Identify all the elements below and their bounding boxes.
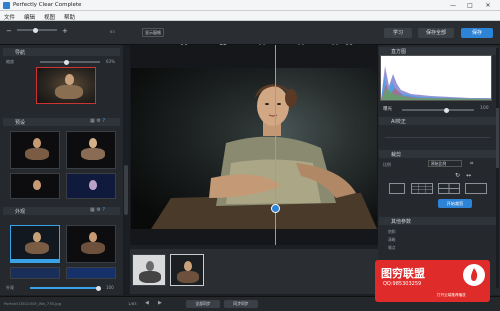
extra-label-1: 饱和 xyxy=(388,229,396,234)
histogram xyxy=(380,55,492,101)
menu-help[interactable]: 帮助 xyxy=(64,13,75,21)
minimize-button[interactable]: — xyxy=(445,1,461,10)
app-icon xyxy=(3,2,10,9)
menu-edit[interactable]: 编辑 xyxy=(24,13,35,21)
grid-icon[interactable]: ▦ xyxy=(90,118,95,124)
nav-title: 导航 xyxy=(15,50,26,56)
extra-label-3: 噪点 xyxy=(388,245,396,250)
preset-thumb-2[interactable] xyxy=(66,131,116,169)
watermark-qq: QQ:985303259 xyxy=(383,281,422,287)
crop-ratio-select[interactable]: 原始比例 xyxy=(428,160,462,167)
exposure-slider[interactable] xyxy=(402,107,474,113)
file-count: 1/83 xyxy=(128,301,137,306)
zoom-value: 63 xyxy=(110,29,115,34)
gear-icon[interactable]: ⚙ xyxy=(96,118,100,124)
close-button[interactable]: ✕ xyxy=(480,1,496,10)
menu-file[interactable]: 文件 xyxy=(4,13,15,21)
rotate-icon[interactable]: ↻ xyxy=(455,172,460,179)
extra-section-title: 其他参数 xyxy=(391,219,412,225)
presets-title: 预设 xyxy=(15,120,26,126)
gear-icon[interactable]: ⚙ xyxy=(96,207,100,213)
crop-grid-none[interactable] xyxy=(389,183,405,194)
look-thumb-3[interactable] xyxy=(10,267,60,279)
flip-icon[interactable]: ↔ xyxy=(466,172,471,179)
crop-icon[interactable]: ⌗ xyxy=(470,160,473,168)
nav-zoom-slider[interactable] xyxy=(40,59,100,65)
top-toolbar: − + 63 显示窗格 显示窗格 细节 显示窗格 调光 美肤 显示窗格 曝光 显… xyxy=(0,21,500,60)
nav-zoom-pct: 63% xyxy=(106,59,115,64)
film-thumb-2[interactable] xyxy=(170,254,204,286)
watermark-title: 图穷联盟 xyxy=(381,267,425,280)
crop-grid-golden[interactable] xyxy=(465,183,487,194)
help-icon[interactable]: ? xyxy=(102,207,105,213)
crop-title: 裁剪 xyxy=(391,152,402,158)
ai-section-header[interactable]: AI校正 xyxy=(379,117,497,125)
preset-thumb-1[interactable] xyxy=(10,131,60,169)
preset-select[interactable]: 显示窗格 xyxy=(142,28,164,37)
learn-button[interactable]: 学习 xyxy=(384,28,412,38)
portrait-image xyxy=(131,68,377,229)
histogram-plot xyxy=(381,66,491,100)
sync-all-button[interactable]: 全部同步 xyxy=(186,300,220,308)
zoom-in-button[interactable]: + xyxy=(62,27,68,35)
presets-tools: ▦ ⚙ ? xyxy=(90,118,118,126)
start-crop-button[interactable]: 开始裁剪 xyxy=(438,199,472,208)
looks-tools: ▦ ⚙ ? xyxy=(90,207,118,215)
ai-section-body xyxy=(385,130,490,138)
zoom-out-button[interactable]: − xyxy=(6,27,12,35)
film-thumb-1[interactable] xyxy=(132,254,166,286)
sync-button[interactable]: 同步同步 xyxy=(224,300,258,308)
exposure-value: 100 xyxy=(480,106,489,111)
window-title: Perfectly Clear Complete xyxy=(13,2,82,8)
watermark-badge: 图穷联盟 QQ:985303259 打开云端推荐播放 xyxy=(375,260,490,302)
save-button[interactable]: 保存 xyxy=(461,28,493,38)
left-scrollbar[interactable] xyxy=(123,45,129,295)
look-thumb-4[interactable] xyxy=(66,267,116,279)
prev-icon[interactable]: ◀ xyxy=(145,300,149,306)
crop-grid-thirds[interactable] xyxy=(411,183,433,194)
look-strength-slider[interactable] xyxy=(30,285,101,291)
histogram-header[interactable]: 直方图 xyxy=(379,47,497,55)
save-all-button[interactable]: 保存全部 xyxy=(418,28,454,38)
ai-section-title: AI校正 xyxy=(391,119,406,125)
zoom-slider[interactable] xyxy=(17,27,57,33)
crop-section-header[interactable]: 裁剪 xyxy=(379,150,497,158)
looks-title: 外观 xyxy=(15,209,26,215)
look-thumb-2[interactable] xyxy=(66,225,116,263)
exposure-label: 曝光 xyxy=(383,107,392,112)
preset-thumb-3[interactable] xyxy=(10,173,60,199)
photo-preview[interactable] xyxy=(131,68,377,229)
flame-icon xyxy=(471,268,478,281)
extra-section-header[interactable]: 其他参数 xyxy=(379,217,497,225)
watermark-link: 打开云端推荐播放 xyxy=(437,293,466,297)
preset-thumb-4[interactable] xyxy=(66,173,116,199)
split-handle[interactable] xyxy=(271,204,280,213)
right-scrollbar[interactable] xyxy=(496,48,499,288)
watermark-logo xyxy=(463,264,485,286)
nav-section-header[interactable]: 导航 xyxy=(3,48,120,56)
help-icon[interactable]: ? xyxy=(102,118,105,124)
next-icon[interactable]: ▶ xyxy=(158,300,162,306)
menu-bar: 文件 编辑 视图 帮助 xyxy=(0,11,500,21)
look-thumb-1[interactable] xyxy=(10,225,60,263)
zoom-label: 缩放 xyxy=(6,59,14,64)
filmstrip xyxy=(130,249,378,294)
left-panel: 导航 缩放 63% 预设 ▦ ⚙ ? 外观 ▦ ⚙ ? 外观 100 xyxy=(0,45,123,295)
menu-view[interactable]: 视图 xyxy=(44,13,55,21)
crop-ratio-label: 比例 xyxy=(383,162,391,167)
look-strength-value: 100 xyxy=(106,285,114,290)
before-after-divider[interactable] xyxy=(275,45,276,245)
histogram-title: 直方图 xyxy=(391,49,407,55)
look-strength-label: 外观 xyxy=(6,285,14,290)
maximize-button[interactable]: □ xyxy=(462,1,478,10)
nav-thumbnail[interactable] xyxy=(36,67,96,104)
title-bar: Perfectly Clear Complete — □ ✕ xyxy=(0,0,500,11)
crop-grid-halves[interactable] xyxy=(438,183,460,194)
grid-icon[interactable]: ▦ xyxy=(90,207,95,213)
file-name: Portrait DSC0345_Wb_735.jpg xyxy=(4,301,62,306)
extra-label-2: 清晰 xyxy=(388,237,396,242)
